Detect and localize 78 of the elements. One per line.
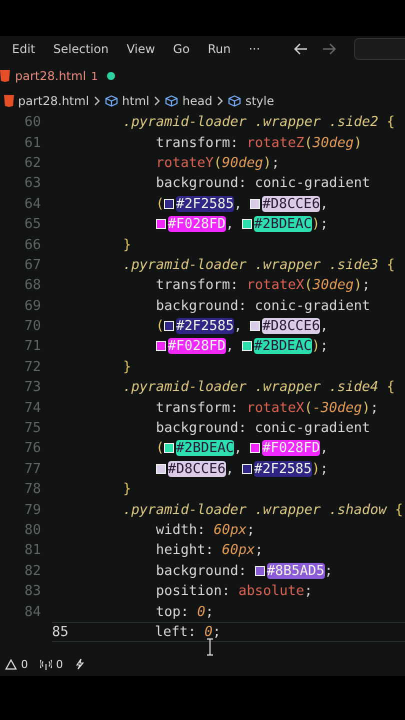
lightning-icon[interactable] xyxy=(75,658,84,670)
code-line: top: 0; xyxy=(156,604,214,620)
menu-item[interactable]: Selection xyxy=(53,42,109,56)
html-file-icon xyxy=(0,70,10,82)
menu-item[interactable]: Go xyxy=(173,42,190,56)
code-line: ( #2F2585, #D8CCE6, xyxy=(156,196,328,212)
line-number: 66 xyxy=(24,236,42,253)
code-line: } xyxy=(122,481,132,498)
breadcrumb-item[interactable]: part28.html xyxy=(18,94,90,108)
chevron-icon xyxy=(217,96,224,106)
line-number: 75 xyxy=(24,420,42,436)
breadcrumb-item[interactable]: head xyxy=(182,94,212,108)
code-line: transform: rotateZ(30deg) xyxy=(156,134,362,151)
tab-title: part28.html xyxy=(15,69,86,83)
code-line: position: absolute; xyxy=(156,583,313,600)
search-field[interactable] xyxy=(354,38,405,60)
code-line: background: conic-gradient xyxy=(156,175,370,192)
port-count[interactable]: 0 xyxy=(56,658,63,670)
back-arrow-icon[interactable] xyxy=(294,43,308,55)
line-number: 65 xyxy=(24,216,42,232)
line-number: 74 xyxy=(24,400,42,416)
menu-item[interactable]: Run xyxy=(208,42,231,56)
menu-item[interactable]: View xyxy=(126,42,156,56)
line-number: 84 xyxy=(24,604,42,620)
line-number: 62 xyxy=(24,154,42,171)
code-line: transform: rotateX(-30deg); xyxy=(156,400,378,416)
code-line: width: 60px; xyxy=(156,522,255,538)
cube-icon xyxy=(105,95,118,107)
broadcast-icon xyxy=(40,658,52,670)
line-number: 81 xyxy=(24,542,42,558)
warning-icon xyxy=(5,658,17,670)
code-line: .pyramid-loader .wrapper .side3 { xyxy=(122,256,395,273)
code-line: .pyramid-loader .wrapper .side4 { xyxy=(122,379,395,396)
line-number: 72 xyxy=(24,358,42,375)
code-line: transform: rotateX(30deg); xyxy=(156,277,370,294)
code-line: } xyxy=(122,358,132,375)
html-file-icon xyxy=(4,95,14,107)
menu-item[interactable]: ··· xyxy=(248,42,260,56)
cube-icon xyxy=(165,95,178,107)
code-line: .pyramid-loader .wrapper .side2 { xyxy=(122,114,395,130)
code-line: ( #2BDEAC, #F028FD, xyxy=(156,440,328,456)
line-number: 73 xyxy=(24,379,42,396)
line-number: 77 xyxy=(24,460,42,477)
line-number: 76 xyxy=(24,440,42,456)
code-line: .pyramid-loader .wrapper .shadow { xyxy=(122,502,404,518)
code-line: ( #2F2585, #D8CCE6, xyxy=(156,318,328,334)
line-number: 68 xyxy=(24,277,42,294)
chevron-icon xyxy=(154,96,162,106)
forward-arrow-icon[interactable] xyxy=(322,43,336,55)
breadcrumb-item[interactable]: html xyxy=(122,94,150,108)
code-line: background: conic-gradient xyxy=(156,298,370,314)
problem-count: 1 xyxy=(91,70,98,82)
line-number: 69 xyxy=(24,298,42,314)
line-number: 60 xyxy=(24,114,42,130)
line-number: 61 xyxy=(24,134,42,151)
line-number: 82 xyxy=(24,562,42,579)
line-number: 85 xyxy=(52,624,70,640)
line-number: 78 xyxy=(24,481,42,498)
chevron-icon xyxy=(94,96,102,106)
line-number: 80 xyxy=(24,522,42,538)
code-line: height: 60px; xyxy=(156,542,264,558)
menu-item[interactable]: Edit xyxy=(12,42,36,56)
line-number: 83 xyxy=(24,583,42,600)
line-number: 79 xyxy=(24,502,42,518)
line-number: 67 xyxy=(24,256,42,273)
problem-count[interactable]: 0 xyxy=(21,658,28,670)
line-number: 63 xyxy=(24,175,42,192)
editor-tab[interactable]: part28.html 1 xyxy=(0,62,124,90)
code-line: background: conic-gradient xyxy=(156,420,370,436)
text-cursor-icon xyxy=(206,638,214,656)
line-number: 70 xyxy=(24,318,42,334)
cube-icon xyxy=(228,95,242,107)
line-number: 64 xyxy=(24,196,42,212)
code-line: left: 0; xyxy=(154,624,221,640)
code-line: rotateY(90deg); xyxy=(156,154,280,171)
code-line: } xyxy=(122,236,132,253)
breadcrumb-item[interactable]: style xyxy=(245,94,274,108)
line-number: 71 xyxy=(24,338,42,354)
